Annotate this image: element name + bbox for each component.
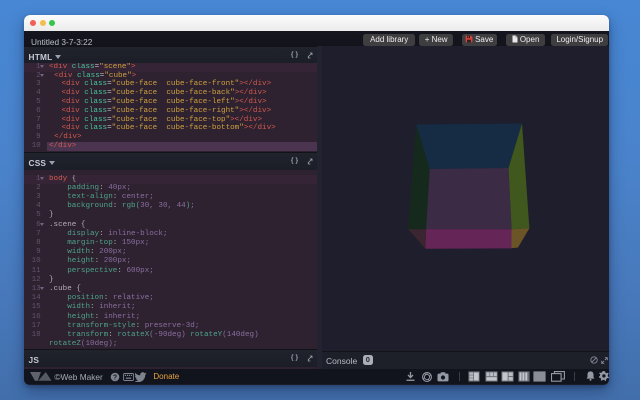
svg-text:?: ? [113, 374, 117, 381]
